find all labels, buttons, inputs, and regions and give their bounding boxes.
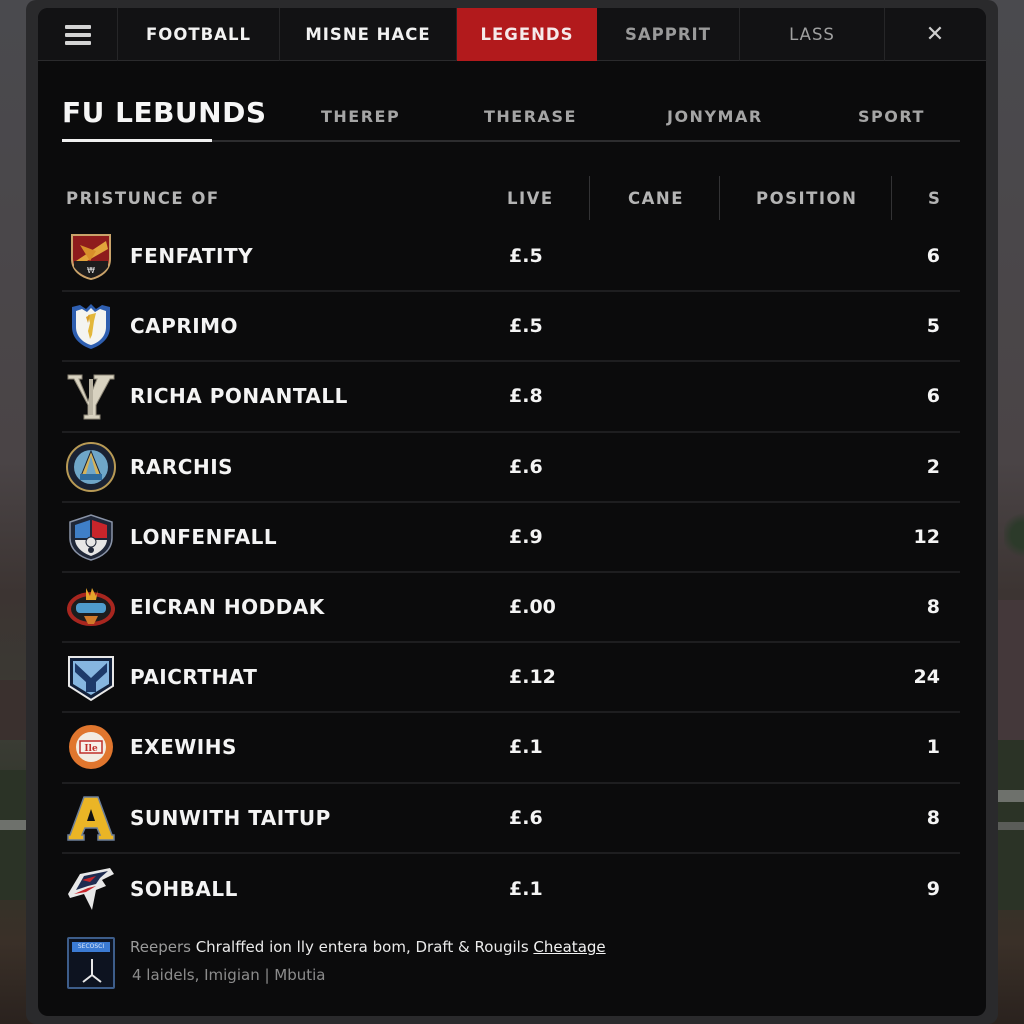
subtab-therase[interactable]: THERASE xyxy=(484,88,577,144)
live-value: £.00 xyxy=(509,596,556,619)
hamburger-menu-icon xyxy=(64,24,91,45)
red-goggles-emblem-icon xyxy=(67,588,115,627)
footer-link[interactable]: Cheatage xyxy=(533,938,605,956)
s-value: 12 xyxy=(913,525,940,548)
legends-panel: FOOTBALL MISNE HACE LEGENDS SAPPRIT LASS… xyxy=(38,8,986,1016)
gold-letter-a-icon xyxy=(67,795,115,841)
red-gold-crest-icon: ₩ xyxy=(71,234,111,281)
close-icon: ✕ xyxy=(925,22,946,47)
live-value: £.12 xyxy=(509,666,556,689)
team-name: RICHA PONANTALL xyxy=(130,384,348,409)
tab-lass[interactable]: LASS xyxy=(740,8,885,61)
team-name: PAICRTHAT xyxy=(130,665,258,690)
s-value: 5 xyxy=(926,315,940,338)
s-value: 1 xyxy=(926,736,940,759)
table-row[interactable]: SUNWITH TAITUP £.6 8 xyxy=(62,784,960,854)
footer-note: SECOSCI Reepers Chralffed ion lly entera… xyxy=(66,936,666,996)
badge-tag: SECOSCI xyxy=(72,942,110,952)
svg-text:Ile: Ile xyxy=(84,744,98,754)
top-nav: FOOTBALL MISNE HACE LEGENDS SAPPRIT LASS… xyxy=(38,8,986,61)
s-value: 24 xyxy=(913,666,940,689)
live-value: £.6 xyxy=(509,455,543,478)
tab-legends[interactable]: LEGENDS xyxy=(457,8,597,61)
footer-source: Reepers xyxy=(130,938,191,956)
team-name: SUNWITH TAITUP xyxy=(130,805,331,830)
tab-football[interactable]: FOOTBALL xyxy=(118,8,280,61)
orange-round-badge-icon: Ile xyxy=(69,725,113,770)
team-name: EXEWIHS xyxy=(130,735,237,760)
subtab-active-indicator xyxy=(62,139,212,142)
column-header-live[interactable]: LIVE xyxy=(507,176,554,220)
table-row[interactable]: EICRAN HODDAK £.00 8 xyxy=(62,573,960,644)
footer-badge: SECOSCI xyxy=(67,937,115,989)
live-value: £.1 xyxy=(509,736,543,759)
table-row[interactable]: Ile EXEWIHS £.1 1 xyxy=(62,713,960,784)
table-row[interactable]: PAICRTHAT £.12 24 xyxy=(62,643,960,714)
s-value: 9 xyxy=(926,877,940,900)
subtab-jonymar[interactable]: JONYMAR xyxy=(667,88,763,144)
vy-monogram-icon xyxy=(67,374,115,420)
menu-button[interactable] xyxy=(38,8,118,61)
column-header-position[interactable]: POSITION xyxy=(756,176,857,220)
subtab-therep[interactable]: THEREP xyxy=(321,88,400,144)
footer-line-2: 4 laidels, Imigian | Mbutia xyxy=(132,966,326,984)
column-header-name[interactable]: PRISTUNCE OF xyxy=(66,176,220,220)
column-header-s[interactable]: S xyxy=(928,176,941,220)
table-row[interactable]: LONFENFALL £.9 12 xyxy=(62,503,960,573)
table-header: PRISTUNCE OF LIVE CANE POSITION S xyxy=(62,176,960,220)
column-separator xyxy=(719,176,720,220)
subtab-sport[interactable]: SPORT xyxy=(858,88,925,144)
hawk-head-icon xyxy=(68,867,114,910)
team-name: FENFATITY xyxy=(130,244,254,269)
table-row[interactable]: CAPRIMO £.5 5 xyxy=(62,292,960,363)
live-value: £.9 xyxy=(509,525,543,548)
column-separator xyxy=(589,176,590,220)
tab-misne-hace[interactable]: MISNE HACE xyxy=(280,8,457,61)
column-separator xyxy=(891,176,892,220)
live-value: £.5 xyxy=(509,245,543,268)
team-name: CAPRIMO xyxy=(130,314,239,339)
blue-white-shield-icon xyxy=(72,304,110,350)
svg-text:₩: ₩ xyxy=(87,266,95,275)
s-value: 2 xyxy=(926,455,940,478)
s-value: 6 xyxy=(926,385,940,408)
fork-symbol-icon xyxy=(82,959,102,983)
blue-y-shield-icon xyxy=(68,656,114,702)
table-row[interactable]: ₩ FENFATITY £.5 6 xyxy=(62,222,960,293)
team-name: SOHBALL xyxy=(130,876,238,901)
team-list: ₩ FENFATITY £.5 6 CAPRIMO £.5 5 RICHA PO… xyxy=(62,222,960,924)
live-value: £.5 xyxy=(509,315,543,338)
red-blue-shield-icon xyxy=(69,514,113,561)
team-name: EICRAN HODDAK xyxy=(130,595,325,620)
live-value: £.1 xyxy=(509,877,543,900)
team-name: RARCHIS xyxy=(130,454,234,479)
table-row[interactable]: RARCHIS £.6 2 xyxy=(62,433,960,503)
team-name: LONFENFALL xyxy=(130,524,278,549)
background-palm-tree xyxy=(1004,510,1024,560)
footer-line-1: Reepers Chralffed ion lly entera bom, Dr… xyxy=(130,938,606,956)
close-button[interactable]: ✕ xyxy=(885,8,986,61)
s-value: 6 xyxy=(926,245,940,268)
table-row[interactable]: RICHA PONANTALL £.8 6 xyxy=(62,362,960,433)
sub-tabs: FU LEBUNDS THEREP THERASE JONYMAR SPORT xyxy=(62,84,960,142)
subtab-title[interactable]: FU LEBUNDS xyxy=(62,84,267,140)
live-value: £.8 xyxy=(509,385,543,408)
round-navy-seal-icon xyxy=(66,441,116,492)
table-row[interactable]: SOHBALL £.1 9 xyxy=(62,854,960,924)
footer-text: Chralffed ion lly entera bom, Draft & Ro… xyxy=(190,938,534,956)
tab-sapprit[interactable]: SAPPRIT xyxy=(597,8,740,61)
s-value: 8 xyxy=(926,596,940,619)
column-header-cane[interactable]: CANE xyxy=(628,176,684,220)
s-value: 8 xyxy=(926,806,940,829)
live-value: £.6 xyxy=(509,806,543,829)
